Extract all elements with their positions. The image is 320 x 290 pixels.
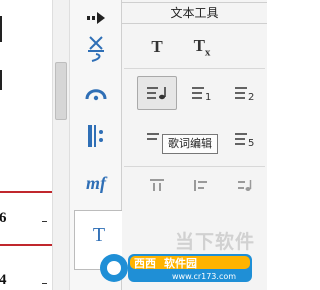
score-canvas[interactable]: 6 4 xyxy=(0,0,52,290)
vertical-scrollbar[interactable] xyxy=(52,0,70,290)
panel-divider xyxy=(124,68,265,69)
fermata-icon xyxy=(85,89,107,101)
lyrics-verse-2-icon: 2 xyxy=(235,87,254,101)
align-top-icon xyxy=(150,179,164,191)
arrow-right-icon xyxy=(87,12,105,24)
scrollbar-thumb[interactable] xyxy=(55,62,67,120)
tooltip: 歌词编辑 xyxy=(162,134,218,154)
svg-text:2: 2 xyxy=(248,92,254,101)
svg-text:1: 1 xyxy=(205,92,211,101)
text-tool-icon: T xyxy=(92,223,106,246)
dash-mark xyxy=(42,221,47,222)
lyrics-verse-2-button[interactable]: 2 xyxy=(225,76,265,110)
tool-palette: mf T xyxy=(70,0,123,290)
svg-text:www.cr173.com: www.cr173.com xyxy=(172,272,236,281)
clear-format-button[interactable]: Tx xyxy=(182,30,222,64)
svg-text:软件园: 软件园 xyxy=(164,256,197,270)
repeat-barline-icon xyxy=(88,125,103,147)
note-text-button[interactable] xyxy=(225,168,265,202)
svg-text:西西: 西西 xyxy=(134,257,156,270)
barline xyxy=(0,70,2,90)
lyrics-verse-5-icon: 5 xyxy=(235,133,254,147)
barline-button[interactable] xyxy=(74,118,118,154)
align-top-button[interactable] xyxy=(137,168,177,202)
svg-text:5: 5 xyxy=(248,138,254,147)
dynamics-mf-icon: mf xyxy=(86,172,106,193)
ornament-button[interactable] xyxy=(74,30,118,66)
lyrics-note-icon xyxy=(147,87,166,100)
lyrics-verse-5-button[interactable]: 5 xyxy=(225,122,265,156)
measure-number: 6 xyxy=(0,210,7,226)
panel-divider xyxy=(124,166,265,167)
text-style-button[interactable]: T xyxy=(137,30,177,64)
dash-mark xyxy=(42,283,47,284)
dynamics-button[interactable]: mf xyxy=(74,165,118,201)
score-red-line xyxy=(0,191,52,193)
panel-title: 文本工具 xyxy=(122,2,267,24)
lyrics-verse-1-icon: 1 xyxy=(192,87,211,101)
score-red-line xyxy=(0,244,52,246)
text-icon: T xyxy=(151,37,163,56)
lyrics-verse-1-button[interactable]: 1 xyxy=(182,76,222,110)
fermata-button[interactable] xyxy=(74,76,118,112)
align-left-icon xyxy=(194,180,207,191)
watermark-logo: 西西 软件园 www.cr173.com xyxy=(100,254,252,282)
tremolo-icon xyxy=(88,36,104,62)
align-left-button[interactable] xyxy=(182,168,222,202)
barline xyxy=(0,16,2,42)
lyrics-edit-button[interactable] xyxy=(137,76,177,110)
note-text-icon xyxy=(238,180,252,191)
measure-number: 4 xyxy=(0,272,7,288)
clear-format-icon: Tx xyxy=(193,35,211,59)
